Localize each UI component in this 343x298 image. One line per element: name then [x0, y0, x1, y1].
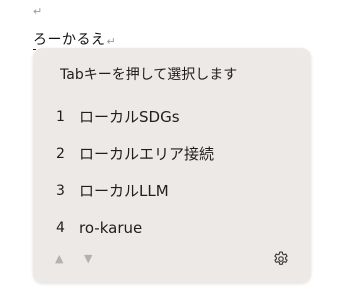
paragraph-mark: ↵ [33, 5, 43, 18]
ime-composition-line[interactable]: ろーかるえ ↵ [33, 28, 116, 50]
candidate-text: ro-karue [79, 218, 143, 237]
candidate-number: 3 [56, 182, 65, 199]
ime-candidate-window: Tabキーを押して選択します 1 ローカルSDGs 2 ローカルエリア接続 3 … [33, 48, 311, 283]
candidate-item-3[interactable]: 3 ローカルLLM [33, 172, 311, 209]
candidate-item-1[interactable]: 1 ローカルSDGs [33, 98, 311, 135]
candidate-number: 4 [56, 219, 65, 236]
triangle-up-icon[interactable]: ▲ [55, 249, 63, 269]
candidate-number: 1 [56, 108, 65, 125]
candidate-footer: ▲ ▼ [33, 249, 311, 269]
document-area[interactable]: ↵ ろーかるえ ↵ Tabキーを押して選択します 1 ローカルSDGs 2 ロー… [0, 0, 343, 298]
candidate-list: 1 ローカルSDGs 2 ローカルエリア接続 3 ローカルLLM 4 ro-ka… [33, 98, 311, 246]
candidate-text: ローカルSDGs [79, 108, 180, 126]
candidate-item-2[interactable]: 2 ローカルエリア接続 [33, 135, 311, 172]
gear-icon[interactable] [272, 250, 290, 268]
candidate-text: ローカルLLM [79, 182, 169, 200]
candidate-text: ローカルエリア接続 [79, 145, 215, 163]
candidate-item-4[interactable]: 4 ro-karue [33, 209, 311, 246]
candidate-number: 2 [56, 145, 65, 162]
candidate-hint: Tabキーを押して選択します [60, 67, 238, 83]
triangle-down-icon[interactable]: ▼ [84, 249, 92, 269]
